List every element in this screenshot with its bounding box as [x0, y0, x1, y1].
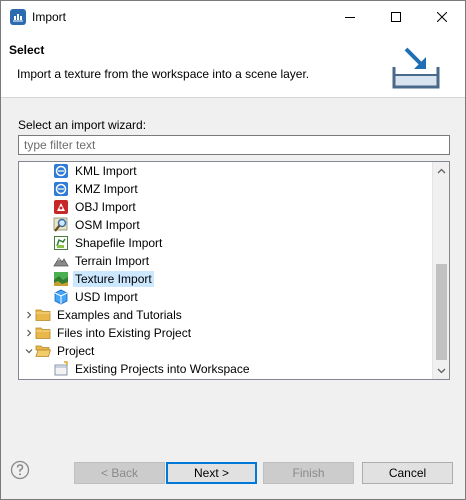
help-icon[interactable] [10, 460, 30, 480]
tree-item-label: KMZ Import [75, 182, 138, 196]
tree-item-label: Shapefile Import [75, 236, 163, 250]
button-bar: < Back Next > Finish Cancel [1, 444, 465, 499]
chevron-down-icon [437, 368, 446, 373]
folder-open-icon [35, 345, 51, 357]
chevron-right-icon[interactable] [23, 306, 35, 324]
filter-input[interactable] [18, 135, 450, 155]
tree-item-files-into-existing-project[interactable]: Files into Existing Project [19, 324, 431, 342]
tree-item-label: OSM Import [75, 218, 140, 232]
folder-icon [35, 327, 51, 339]
tree-item-kml-import[interactable]: KML Import [19, 162, 431, 180]
tree-item-label: KML Import [75, 164, 137, 178]
close-button[interactable] [419, 1, 465, 32]
scroll-down-button[interactable] [433, 362, 449, 379]
app-logo-icon [10, 9, 26, 25]
tree-item-obj-import[interactable]: OBJ Import [19, 198, 431, 216]
wizard-label: Select an import wizard: [18, 118, 147, 132]
page-title: Select [9, 43, 45, 57]
scroll-up-button[interactable] [433, 162, 449, 179]
kml-globe-icon [54, 164, 68, 178]
close-icon [437, 11, 447, 22]
tree-item-project[interactable]: Project [19, 342, 431, 360]
folder-icon [35, 309, 51, 321]
wizard-header: Select Import a texture from the workspa… [1, 32, 465, 98]
tree-item-label: Project [57, 344, 95, 358]
import-dialog: Import Select Import a texture from the … [0, 0, 466, 500]
tree-item-label: Examples and Tutorials [57, 308, 182, 322]
minimize-button[interactable] [327, 1, 373, 32]
tree-item-texture-import[interactable]: Texture Import [19, 270, 431, 288]
shapefile-icon [54, 236, 68, 250]
tree-item-label: Files into Existing Project [57, 326, 192, 340]
chevron-right-icon[interactable] [23, 324, 35, 342]
tree-item-usd-import[interactable]: USD Import [19, 288, 431, 306]
page-description: Import a texture from the workspace into… [17, 67, 310, 81]
chevron-down-icon[interactable] [23, 342, 35, 360]
finish-button[interactable]: Finish [263, 462, 354, 484]
maximize-icon [391, 11, 401, 22]
maximize-button[interactable] [373, 1, 419, 32]
tree-item-osm-import[interactable]: OSM Import [19, 216, 431, 234]
tree-item-kmz-import[interactable]: KMZ Import [19, 180, 431, 198]
cancel-button[interactable]: Cancel [362, 462, 453, 484]
import-banner-icon [392, 47, 440, 89]
tree-item-shapefile-import[interactable]: Shapefile Import [19, 234, 431, 252]
minimize-icon [345, 16, 355, 18]
tree-item-existing-projects-into-workspace[interactable]: Existing Projects into Workspace [19, 360, 431, 378]
project-import-icon [54, 361, 68, 376]
texture-icon [54, 272, 68, 286]
kmz-globe-icon [54, 182, 68, 196]
tree-item-label: USD Import [75, 290, 138, 304]
osm-magnifier-icon [53, 217, 68, 232]
tree-scrollbar[interactable] [432, 162, 449, 379]
terrain-icon [53, 257, 69, 267]
wizard-body: Select an import wizard: KML Import KMZ … [1, 99, 465, 389]
window-title: Import [32, 10, 67, 24]
scrollbar-thumb[interactable] [436, 264, 447, 360]
next-button[interactable]: Next > [166, 462, 257, 484]
title-bar[interactable]: Import [1, 1, 465, 32]
tree-item-label: Texture Import [73, 271, 154, 287]
tree-item-label: OBJ Import [75, 200, 136, 214]
usd-cube-icon [54, 289, 68, 305]
tree-item-terrain-import[interactable]: Terrain Import [19, 252, 431, 270]
wizard-tree[interactable]: KML Import KMZ Import OBJ Import OSM Imp… [18, 161, 450, 380]
chevron-up-icon [437, 168, 446, 173]
back-button[interactable]: < Back [74, 462, 165, 484]
obj-icon [54, 200, 68, 214]
tree-item-label: Terrain Import [75, 254, 150, 268]
tree-item-examples-and-tutorials[interactable]: Examples and Tutorials [19, 306, 431, 324]
tree-item-label: Existing Projects into Workspace [75, 362, 250, 376]
